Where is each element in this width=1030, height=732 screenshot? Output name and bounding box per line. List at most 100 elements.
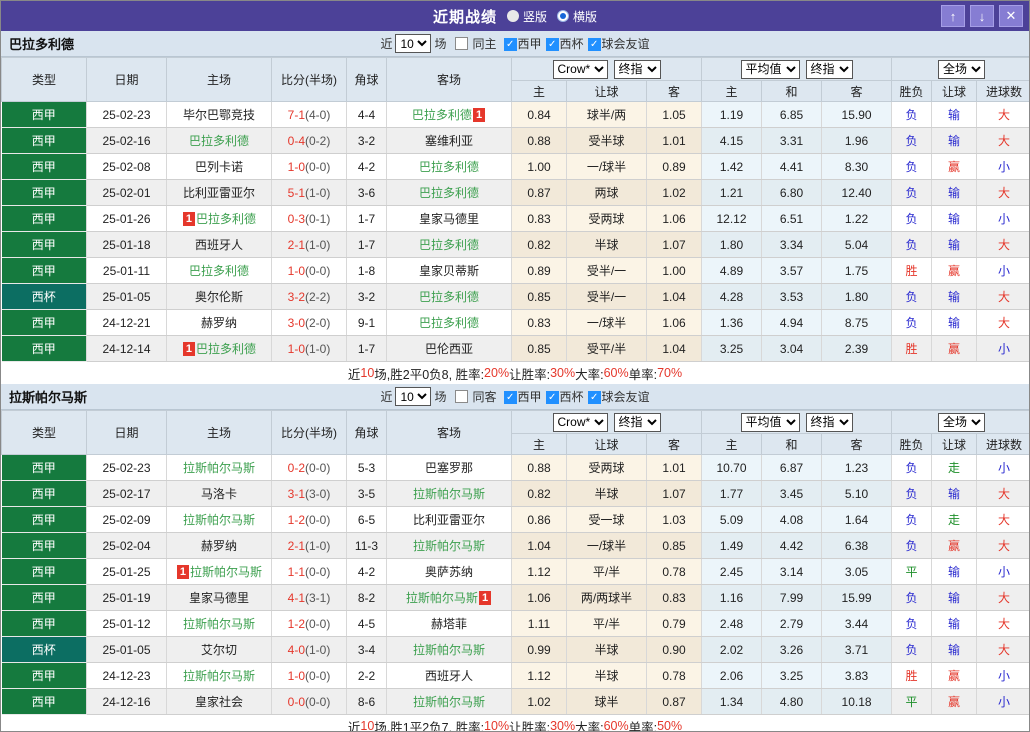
league-cell: 西甲 <box>1 480 87 507</box>
odds-time-select-2[interactable]: 终指 <box>805 59 853 79</box>
league-cell: 西甲 <box>1 532 87 559</box>
league-checkbox[interactable] <box>587 391 601 405</box>
col-header-corner: 角球 <box>346 57 387 102</box>
layout-horizontal-radio[interactable]: 横版 <box>557 8 597 25</box>
handicap-cell: 受半/一 <box>566 283 647 310</box>
same-venue-checkbox[interactable] <box>455 37 469 50</box>
corner-cell: 1-7 <box>346 205 387 232</box>
match-row: 西甲 24-12-23 拉斯帕尔马斯 1-0(0-0) 2-2 西班牙人 1.12 半球 0.7… <box>1 662 1029 689</box>
handicap-result-cell: 输 <box>931 636 978 663</box>
match-row: 西甲 25-02-23 毕尔巴鄂竞技 7-1(4-0) 4-4 巴拉多利德 1 0.84 球半/… <box>1 101 1029 128</box>
match-row: 西杯 25-01-05 奥尔伦斯 3-2(2-2) 3-2 巴拉多利德 0.85 受半/一 1.… <box>1 283 1029 310</box>
team-label: 巴拉多利德 <box>196 342 257 356</box>
score-cell: 3-0(2-0) <box>271 309 347 336</box>
bookmaker-select[interactable]: Crow* <box>552 59 608 79</box>
result-cell: 负 <box>891 231 933 258</box>
result-cell: 负 <box>891 610 933 637</box>
home-team-cell: 艾尔切 <box>166 636 272 663</box>
avg-draw-cell: 4.41 <box>761 153 823 180</box>
handicap-cell: 一/球半 <box>566 309 647 336</box>
away-team-cell: 拉斯帕尔马斯 1 <box>386 584 512 611</box>
league-checkbox[interactable] <box>545 38 559 52</box>
league-checkbox[interactable] <box>503 391 517 405</box>
same-venue-label: 同主 <box>472 37 497 51</box>
summary-segment: 10 <box>360 719 375 732</box>
goals-result-cell: 大 <box>976 283 1029 310</box>
avg-away-cell: 5.04 <box>821 231 893 258</box>
summary-segment: 场,胜2平0负8, 胜率: <box>374 367 485 382</box>
team-label: 皇家社会 <box>194 695 243 709</box>
summary-segment: 10 <box>360 366 375 380</box>
avg-away-cell: 15.99 <box>821 584 893 611</box>
odds-time-select-1[interactable]: 终指 <box>613 59 661 79</box>
avg-draw-cell: 3.26 <box>761 636 823 663</box>
away-odds-cell: 1.07 <box>646 480 703 507</box>
fulltime-select[interactable]: 全场 <box>938 59 986 79</box>
average-select[interactable]: 平均值 <box>740 412 800 432</box>
match-row: 西甲 25-01-26 1 巴拉多利德 0-3(0-1) 1-7 皇家马德里 0.83 受两球 1… <box>1 205 1029 232</box>
away-odds-cell: 0.83 <box>646 584 703 611</box>
league-cell: 西甲 <box>1 584 87 611</box>
handicap-cell: 平/半 <box>566 558 647 585</box>
sub-col-header: 客 <box>645 80 703 102</box>
radio-horizontal-label: 横版 <box>573 9 598 24</box>
score-cell: 1-0(0-0) <box>271 153 347 180</box>
sub-col-header: 和 <box>761 433 823 455</box>
home-odds-cell: 0.99 <box>511 636 567 663</box>
col-header-away: 客场 <box>386 57 512 102</box>
red-card-badge: 1 <box>472 108 486 122</box>
handicap-result-cell: 输 <box>931 480 978 507</box>
team-label: 塞维利亚 <box>424 134 473 148</box>
sub-col-header: 客 <box>821 433 893 455</box>
recent-count-select[interactable]: 10 <box>395 387 432 406</box>
result-cell: 负 <box>891 283 933 310</box>
handicap-result-cell: 赢 <box>931 153 978 180</box>
move-up-button[interactable]: ↑ <box>941 5 965 27</box>
match-row: 西甲 25-02-04 赫罗纳 2-1(1-0) 11-3 拉斯帕尔马斯 1.04 一/球半 0… <box>1 532 1029 559</box>
date-cell: 25-02-23 <box>86 454 167 481</box>
league-checkbox[interactable] <box>545 391 559 405</box>
goals-result-cell: 大 <box>976 480 1029 507</box>
handicap-cell: 两/两球半 <box>566 584 647 611</box>
average-select[interactable]: 平均值 <box>740 59 800 79</box>
odds-time-select-2[interactable]: 终指 <box>805 412 853 432</box>
result-cell: 负 <box>891 480 933 507</box>
away-team-cell: 赫塔菲 <box>386 610 512 637</box>
layout-vertical-radio[interactable]: 竖版 <box>506 8 547 25</box>
close-button[interactable]: ✕ <box>999 5 1023 27</box>
home-team-cell: 毕尔巴鄂竞技 <box>166 101 272 128</box>
summary-segment: 场,胜1平2负7, 胜率: <box>374 720 485 732</box>
match-row: 西甲 25-02-16 巴拉多利德 0-4(0-2) 3-2 塞维利亚 0.88 受半球 1.0… <box>1 127 1029 154</box>
corner-cell: 5-3 <box>346 454 387 481</box>
date-cell: 25-01-18 <box>86 231 167 258</box>
summary-segment: 大率: <box>575 720 604 732</box>
league-checkbox[interactable] <box>587 38 601 52</box>
corner-cell: 1-8 <box>346 257 387 284</box>
same-venue-checkbox[interactable] <box>455 390 469 403</box>
away-odds-cell: 1.04 <box>646 335 703 362</box>
handicap-cell: 受半球 <box>566 127 647 154</box>
bookmaker-select[interactable]: Crow* <box>552 412 608 432</box>
odds-time-select-1[interactable]: 终指 <box>613 412 661 432</box>
col-header-away: 客场 <box>386 410 512 455</box>
move-down-button[interactable]: ↓ <box>970 5 994 27</box>
col-header-score: 比分(半场) <box>271 57 347 102</box>
score-cell: 4-0(1-0) <box>271 636 347 663</box>
corner-cell: 8-2 <box>346 584 387 611</box>
avg-draw-cell: 6.51 <box>761 205 823 232</box>
handicap-result-cell: 输 <box>931 179 978 206</box>
recent-count-select[interactable]: 10 <box>395 34 432 53</box>
match-row: 西甲 25-01-25 1 拉斯帕尔马斯 1-1(0-0) 4-2 奥萨苏纳 1.12 平/半 0… <box>1 558 1029 585</box>
match-row: 西甲 24-12-16 皇家社会 0-0(0-0) 8-6 拉斯帕尔马斯 1.02 球半 0.8… <box>1 688 1029 715</box>
col-header-home: 主场 <box>166 410 272 455</box>
league-checkbox[interactable] <box>503 38 517 52</box>
team-label: 拉斯帕尔马斯 <box>182 617 255 631</box>
league-cell: 西甲 <box>1 662 87 689</box>
fulltime-select[interactable]: 全场 <box>938 412 986 432</box>
goals-result-cell: 大 <box>976 231 1029 258</box>
match-row: 西甲 25-01-11 巴拉多利德 1-0(0-0) 1-8 皇家贝蒂斯 0.89 受半/一 1… <box>1 257 1029 284</box>
avg-away-cell: 12.40 <box>821 179 893 206</box>
average-group-header: 平均值 终指 <box>701 410 893 434</box>
score-cell: 1-2(0-0) <box>271 506 347 533</box>
home-team-cell: 比利亚雷亚尔 <box>166 179 272 206</box>
